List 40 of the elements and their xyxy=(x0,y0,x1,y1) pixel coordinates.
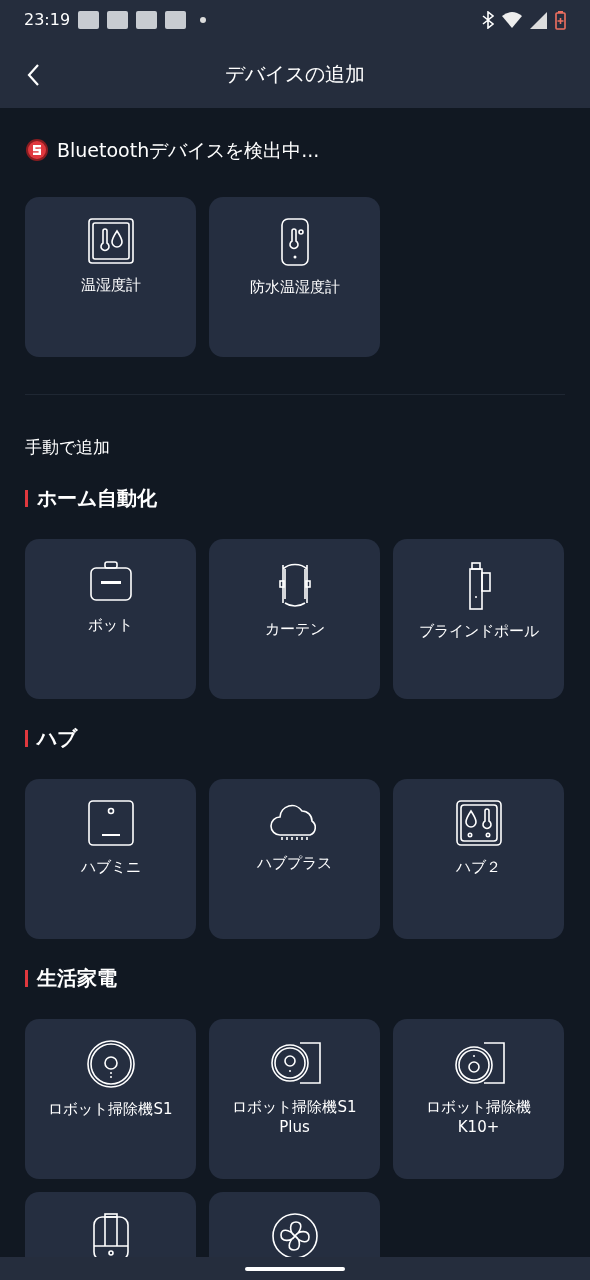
section-label: 手動で追加 xyxy=(25,436,111,459)
dot-icon xyxy=(200,17,207,23)
category-title: 生活家電 xyxy=(37,965,117,992)
signal-icon xyxy=(530,11,547,29)
fan-icon xyxy=(270,1212,319,1257)
category-title: ホーム自動化 xyxy=(37,485,157,512)
thermometer-icon xyxy=(279,217,310,267)
battery-icon xyxy=(555,10,566,30)
notification-icon xyxy=(165,11,187,29)
device-card[interactable]: ロボット掃除機S1 xyxy=(25,1019,196,1179)
device-card[interactable]: ハブプラス xyxy=(209,779,380,939)
notification-icon xyxy=(78,11,100,29)
device-card[interactable]: カーテン xyxy=(209,539,380,699)
robot-vacuum-icon xyxy=(85,1039,136,1089)
category-title: ハブ xyxy=(37,725,77,752)
hub-icon xyxy=(86,799,135,847)
home-handle[interactable] xyxy=(245,1266,345,1271)
accent-bar xyxy=(25,729,28,747)
notification-icon xyxy=(107,11,129,29)
thermometer-drop-icon xyxy=(454,799,503,847)
bluetooth-icon xyxy=(482,11,494,29)
device-card[interactable]: ブラインドポール xyxy=(393,539,564,699)
device-card[interactable]: ロボット掃除機S1 Plus xyxy=(209,1019,380,1179)
logo-icon xyxy=(25,138,49,162)
device-card[interactable]: ハブ２ xyxy=(393,779,564,939)
device-card[interactable]: ボット xyxy=(25,539,196,699)
thermometer-drop-icon xyxy=(86,217,135,265)
device-card[interactable]: ロボット掃除機 K10+ xyxy=(393,1019,564,1179)
wifi-icon xyxy=(502,12,522,28)
page-title: デバイスの追加 xyxy=(225,61,365,88)
humidifier-icon xyxy=(90,1212,131,1257)
device-card[interactable]: ハブミニ xyxy=(25,779,196,939)
clock: 23:19 xyxy=(24,9,71,31)
scanning-status: Bluetoothデバイスを検出中... xyxy=(57,137,320,163)
device-card[interactable]: 防水温湿度計 xyxy=(209,197,380,357)
accent-bar xyxy=(25,489,28,507)
back-button[interactable] xyxy=(26,62,40,87)
device-card[interactable]: 温湿度計 xyxy=(25,197,196,357)
notification-icon xyxy=(136,11,158,29)
accent-bar xyxy=(25,969,28,987)
